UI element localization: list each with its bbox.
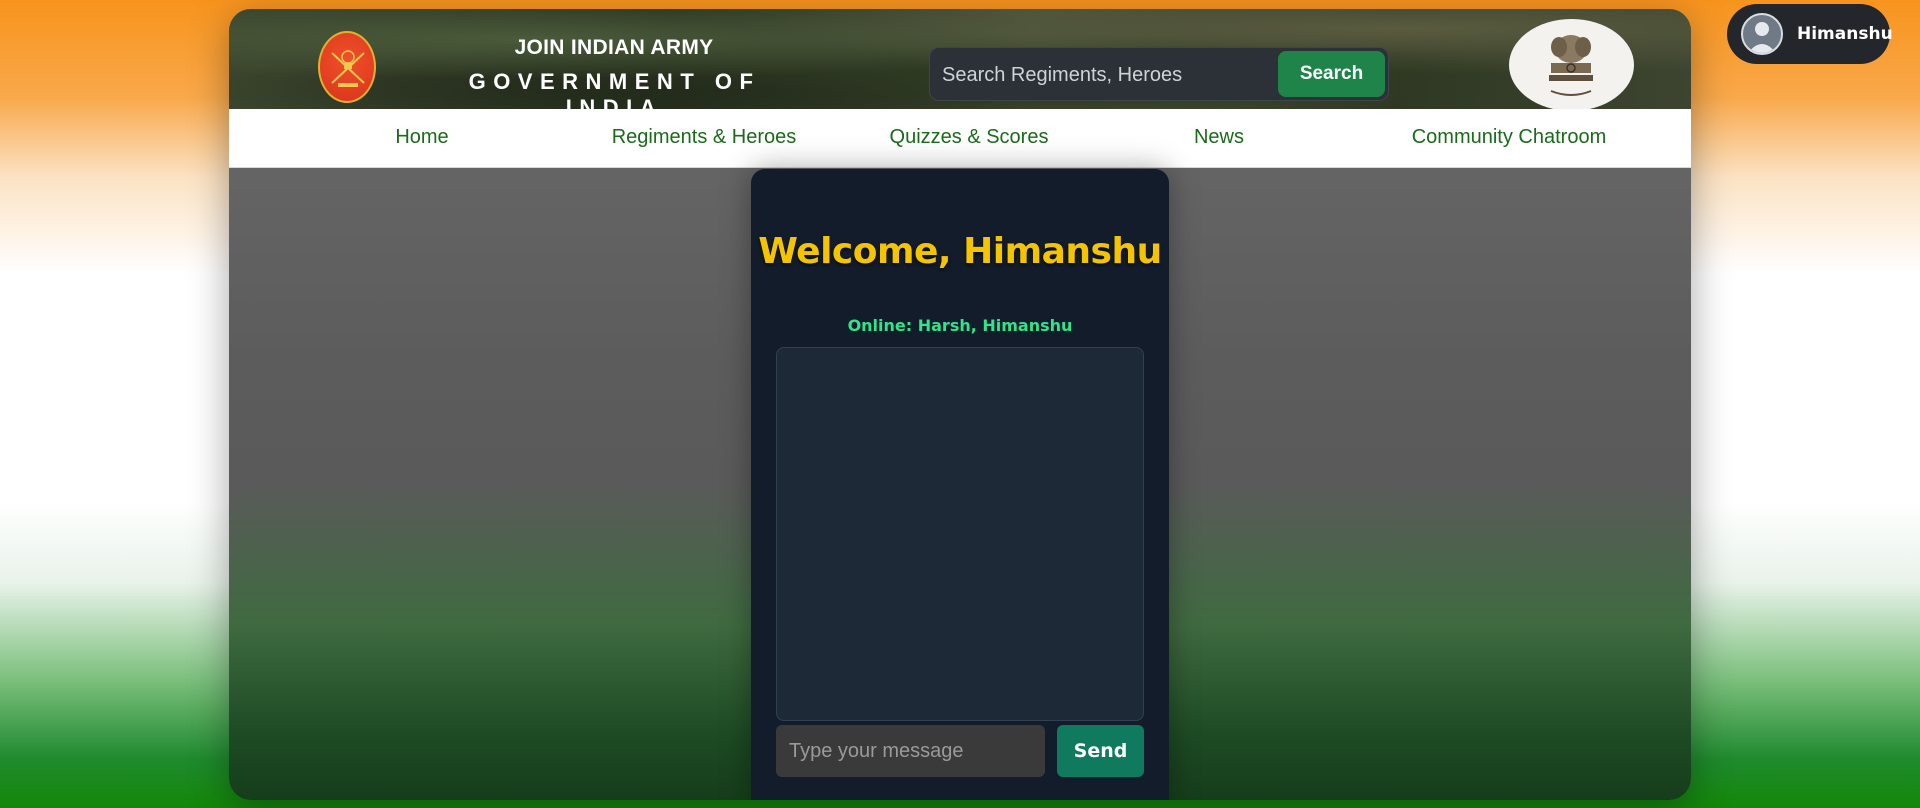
indian-army-crest-icon bbox=[318, 31, 376, 103]
search-input[interactable] bbox=[940, 54, 1274, 96]
ashoka-lion-capital-icon bbox=[1509, 19, 1634, 111]
welcome-heading: Welcome, Himanshu bbox=[758, 231, 1162, 272]
user-name: Himanshu bbox=[1797, 24, 1893, 44]
chat-panel: Welcome, Himanshu Online: Harsh, Himansh… bbox=[751, 169, 1169, 800]
nav-item-home[interactable]: Home bbox=[372, 126, 472, 149]
nav-item-community-chatroom[interactable]: Community Chatroom bbox=[1379, 126, 1639, 149]
site-title: JOIN INDIAN ARMY bbox=[514, 36, 714, 59]
online-users: Online: Harsh, Himanshu bbox=[847, 316, 1073, 335]
main-nav: Home Regiments & Heroes Quizzes & Scores… bbox=[229, 109, 1691, 168]
message-input[interactable] bbox=[776, 725, 1045, 777]
search-bar: Search bbox=[929, 47, 1389, 101]
header: JOIN INDIAN ARMY GOVERNMENT OF INDIA Sea… bbox=[229, 9, 1691, 120]
message-list[interactable] bbox=[776, 347, 1144, 721]
main-frame: JOIN INDIAN ARMY GOVERNMENT OF INDIA Sea… bbox=[229, 9, 1691, 800]
nav-item-news[interactable]: News bbox=[1169, 126, 1269, 149]
user-avatar-icon bbox=[1741, 13, 1783, 55]
user-profile-button[interactable]: Himanshu bbox=[1727, 4, 1893, 64]
send-button[interactable]: Send bbox=[1057, 725, 1144, 777]
search-button[interactable]: Search bbox=[1278, 51, 1385, 97]
nav-item-quizzes-scores[interactable]: Quizzes & Scores bbox=[859, 126, 1079, 149]
nav-item-regiments-heroes[interactable]: Regiments & Heroes bbox=[579, 126, 829, 149]
